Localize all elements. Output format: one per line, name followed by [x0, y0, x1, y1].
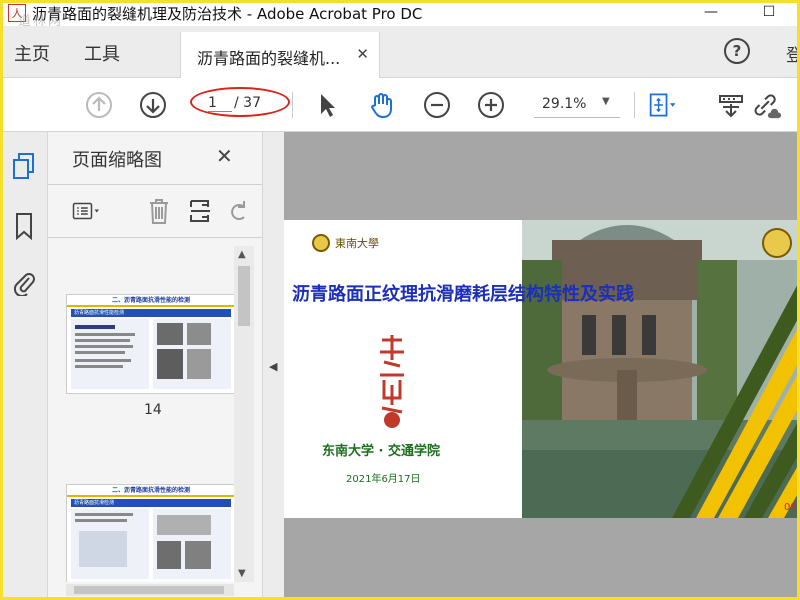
slide-title: 沥青路面正纹理抗滑磨耗层结构特性及实践 — [292, 284, 634, 305]
zoom-in-icon[interactable] — [476, 90, 506, 120]
thumbnail-text-line — [75, 345, 133, 348]
prev-page-icon[interactable] — [84, 90, 114, 120]
scroll-mode-icon[interactable] — [716, 90, 746, 120]
slide-page-number: 09 — [784, 502, 797, 513]
attachment-icon[interactable] — [10, 268, 38, 296]
thumbnail-photo — [157, 323, 183, 345]
delete-page-icon[interactable] — [144, 197, 174, 225]
tab-document-label: 沥青路面的裂缝机... — [197, 49, 341, 68]
thumbnail-page-number: 14 — [144, 402, 162, 418]
scroll-up-icon[interactable]: ▲ — [238, 249, 246, 260]
collapse-panel-icon[interactable]: ◀ — [269, 360, 277, 373]
slide-date: 2021年6月17日 — [346, 474, 421, 485]
thumbnail-column — [71, 319, 149, 389]
tab-document[interactable]: 沥青路面的裂缝机... ✕ — [180, 32, 380, 78]
page-thumbnails-icon[interactable] — [10, 152, 38, 180]
campus-photo — [522, 220, 800, 518]
navigation-rail — [0, 132, 48, 600]
help-icon[interactable]: ? — [724, 38, 750, 64]
thumbnail-scrollbar[interactable]: ▲ ▼ — [234, 246, 254, 582]
bookmark-icon[interactable] — [10, 212, 38, 240]
minimize-button[interactable]: — — [700, 2, 722, 22]
hand-icon[interactable] — [366, 90, 396, 120]
university-logo: 東南大學 — [312, 234, 379, 252]
scroll-down-icon[interactable]: ▼ — [238, 568, 246, 579]
thumbnail-text-line — [75, 325, 115, 329]
thumbnail-text-line — [75, 351, 125, 354]
thumbnail-text-line — [75, 333, 135, 336]
thumbnail-column — [71, 509, 149, 579]
calligraphy-seal — [380, 335, 404, 428]
thumbnail-text-line — [75, 513, 133, 516]
next-page-icon[interactable] — [138, 90, 168, 120]
university-name: 東南大學 — [335, 237, 379, 250]
fit-page-icon[interactable] — [648, 90, 678, 120]
toolbar-divider — [292, 92, 293, 118]
tab-close-icon[interactable]: ✕ — [356, 45, 369, 63]
thumbnail-photo — [185, 541, 211, 569]
zoom-select[interactable]: 29.1% ▼ — [534, 92, 620, 118]
thumbnail-list[interactable]: 二、沥青路面抗滑性能的检测 沥青路面抗滑性能检测 14 二、沥青路面抗滑性能的检… — [48, 246, 262, 582]
link-icon[interactable] — [752, 90, 782, 120]
thumbnail-photo — [157, 541, 181, 569]
extract-page-icon[interactable] — [186, 197, 216, 225]
horizontal-scrollbar[interactable] — [66, 584, 234, 596]
thumbnail-photo — [187, 349, 211, 379]
thumbnail-column — [153, 509, 231, 579]
toolbar-divider — [634, 92, 635, 118]
page-thumbnail[interactable]: 二、沥青路面抗滑性能的检测 沥青路面抗滑性能检测 — [66, 294, 236, 394]
thumbnail-photo — [187, 323, 211, 345]
panel-toolbar — [48, 184, 262, 238]
page-thumbnail[interactable]: 二、沥青路面抗滑性能的检测 沥青路面抗滑检测 — [66, 484, 236, 582]
thumbnail-photo — [157, 349, 183, 379]
panel-close-icon[interactable]: ✕ — [216, 144, 233, 168]
slide-school: 东南大学 · 交通学院 — [322, 444, 440, 459]
zoom-value: 29.1% — [542, 96, 587, 112]
thumbnail-body — [71, 319, 231, 389]
thumbnail-text-line — [75, 339, 130, 342]
thumbnail-body — [71, 509, 231, 579]
thumbnail-text-line — [75, 359, 131, 362]
chevron-down-icon: ▼ — [602, 96, 610, 107]
thumbnail-panel: 页面缩略图 ✕ 二、沥青路面抗滑性能的检测 沥青路面抗滑性能检测 14 二、沥青… — [48, 132, 262, 600]
slide-page: 東南大學 沥青路面正纹理抗滑磨耗层结构特性及实践 东南大学 · 交通学院 202… — [284, 220, 800, 518]
scrollbar-thumb[interactable] — [238, 266, 250, 326]
toolbar: 1 / 37 29.1% ▼ — [0, 78, 800, 132]
annotation-ellipse — [190, 87, 290, 117]
maximize-button[interactable]: ☐ — [758, 2, 780, 22]
nav-tools[interactable]: 工具 — [84, 40, 120, 66]
thumbnail-subheading: 沥青路面抗滑检测 — [71, 499, 231, 507]
rotate-icon[interactable] — [224, 197, 254, 225]
nav-home[interactable]: 主页 — [14, 40, 50, 66]
zoom-out-icon[interactable] — [422, 90, 452, 120]
thumbnail-text-line — [75, 365, 123, 368]
sign-in-link[interactable]: 登 — [786, 41, 800, 66]
window-title: 沥青路面的裂缝机理及防治技术 - Adobe Acrobat Pro DC — [32, 4, 423, 23]
logo-seal-icon — [312, 234, 330, 252]
thumbnail-subheading: 沥青路面抗滑性能检测 — [71, 309, 231, 317]
tab-bar: 主页 工具 沥青路面的裂缝机... ✕ ? 登 — [0, 26, 800, 78]
scrollbar-thumb[interactable] — [74, 586, 224, 594]
thumbnail-column — [153, 319, 231, 389]
select-arrow-icon[interactable] — [312, 90, 342, 120]
thumbnail-diagram — [79, 531, 127, 567]
thumbnail-heading: 二、沥青路面抗滑性能的检测 — [67, 485, 235, 497]
thumbnail-options-icon[interactable] — [72, 197, 102, 225]
university-emblem — [762, 228, 792, 258]
thumbnail-text-line — [75, 519, 127, 522]
thumbnail-diagram — [157, 515, 211, 535]
document-viewer[interactable]: 東南大學 沥青路面正纹理抗滑磨耗层结构特性及实践 东南大学 · 交通学院 202… — [284, 132, 800, 600]
title-bar: 人 沥青路面的裂缝机理及防治技术 - Adobe Acrobat Pro DC … — [0, 0, 800, 26]
panel-collapse-strip[interactable]: ◀ — [262, 132, 284, 600]
thumbnail-heading: 二、沥青路面抗滑性能的检测 — [67, 295, 235, 307]
panel-title: 页面缩略图 — [72, 150, 162, 171]
